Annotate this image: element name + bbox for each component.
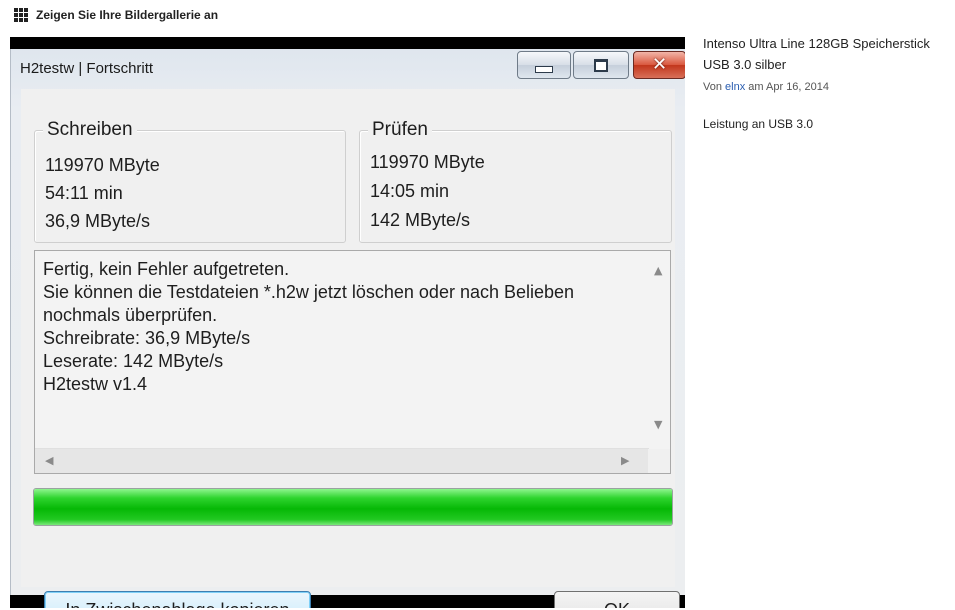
close-button[interactable]: ✕ xyxy=(633,51,685,79)
progress-fill xyxy=(34,489,672,525)
vertical-scrollbar[interactable]: ▲ ▼ xyxy=(648,251,670,441)
horizontal-scrollbar[interactable]: ◀ ▶ xyxy=(35,448,649,473)
gallery-link-text[interactable]: Zeigen Sie Ihre Bildergallerie an xyxy=(36,8,218,22)
by-label: Von xyxy=(703,81,722,93)
maximize-button[interactable] xyxy=(573,51,629,79)
verify-time: 14:05 min xyxy=(370,181,450,201)
date-prefix: am xyxy=(748,81,764,93)
verify-size: 119970 MByte xyxy=(370,152,485,172)
progress-bar xyxy=(33,488,673,526)
copy-to-clipboard-button[interactable]: In Zwischenablage kopieren xyxy=(44,591,311,608)
minimize-icon xyxy=(535,65,553,73)
verify-legend: Prüfen xyxy=(368,119,432,141)
window-title: H2testw | Fortschritt xyxy=(20,60,154,77)
log-text[interactable]: Fertig, kein Fehler aufgetreten. Sie kön… xyxy=(43,258,638,396)
h2testw-window: H2testw | Fortschritt ✕ Schreiben 119970… xyxy=(10,49,685,608)
title-bar[interactable]: H2testw | Fortschritt ✕ xyxy=(11,49,685,89)
product-title: Intenso Ultra Line 128GB Speicherstick U… xyxy=(703,36,930,72)
maximize-icon xyxy=(594,58,608,72)
author-link[interactable]: elnx xyxy=(725,81,745,93)
author-line: Von elnx am Apr 16, 2014 xyxy=(703,81,953,93)
post-date: Apr 16, 2014 xyxy=(766,81,830,93)
minimize-button[interactable] xyxy=(517,51,571,79)
image-caption: Leistung an USB 3.0 xyxy=(703,117,814,131)
screenshot-image[interactable]: H2testw | Fortschritt ✕ Schreiben 119970… xyxy=(10,37,685,608)
close-icon: ✕ xyxy=(651,54,668,75)
write-speed: 36,9 MByte/s xyxy=(45,211,151,231)
verify-speed: 142 MByte/s xyxy=(370,210,471,230)
write-size: 119970 MByte xyxy=(45,155,160,175)
window-content: Schreiben 119970 MByte 54:11 min 36,9 MB… xyxy=(21,89,680,608)
product-info: Intenso Ultra Line 128GB Speicherstick U… xyxy=(703,33,953,131)
write-legend: Schreiben xyxy=(43,119,137,141)
scroll-up-icon[interactable]: ▲ xyxy=(654,265,662,276)
gallery-link[interactable]: Zeigen Sie Ihre Bildergallerie an xyxy=(14,8,218,22)
scroll-right-icon[interactable]: ▶ xyxy=(621,455,629,466)
scroll-left-icon[interactable]: ◀ xyxy=(45,455,53,466)
write-time: 54:11 min xyxy=(45,183,123,203)
log-textbox[interactable]: Fertig, kein Fehler aufgetreten. Sie kön… xyxy=(34,250,671,474)
ok-button[interactable]: OK xyxy=(554,591,680,608)
write-group: Schreiben 119970 MByte 54:11 min 36,9 MB… xyxy=(34,119,346,243)
verify-group: Prüfen 119970 MByte 14:05 min 142 MByte/… xyxy=(359,119,672,243)
scroll-down-icon[interactable]: ▼ xyxy=(654,419,662,430)
grid-icon xyxy=(14,8,28,22)
scrollbar-corner xyxy=(648,449,670,473)
